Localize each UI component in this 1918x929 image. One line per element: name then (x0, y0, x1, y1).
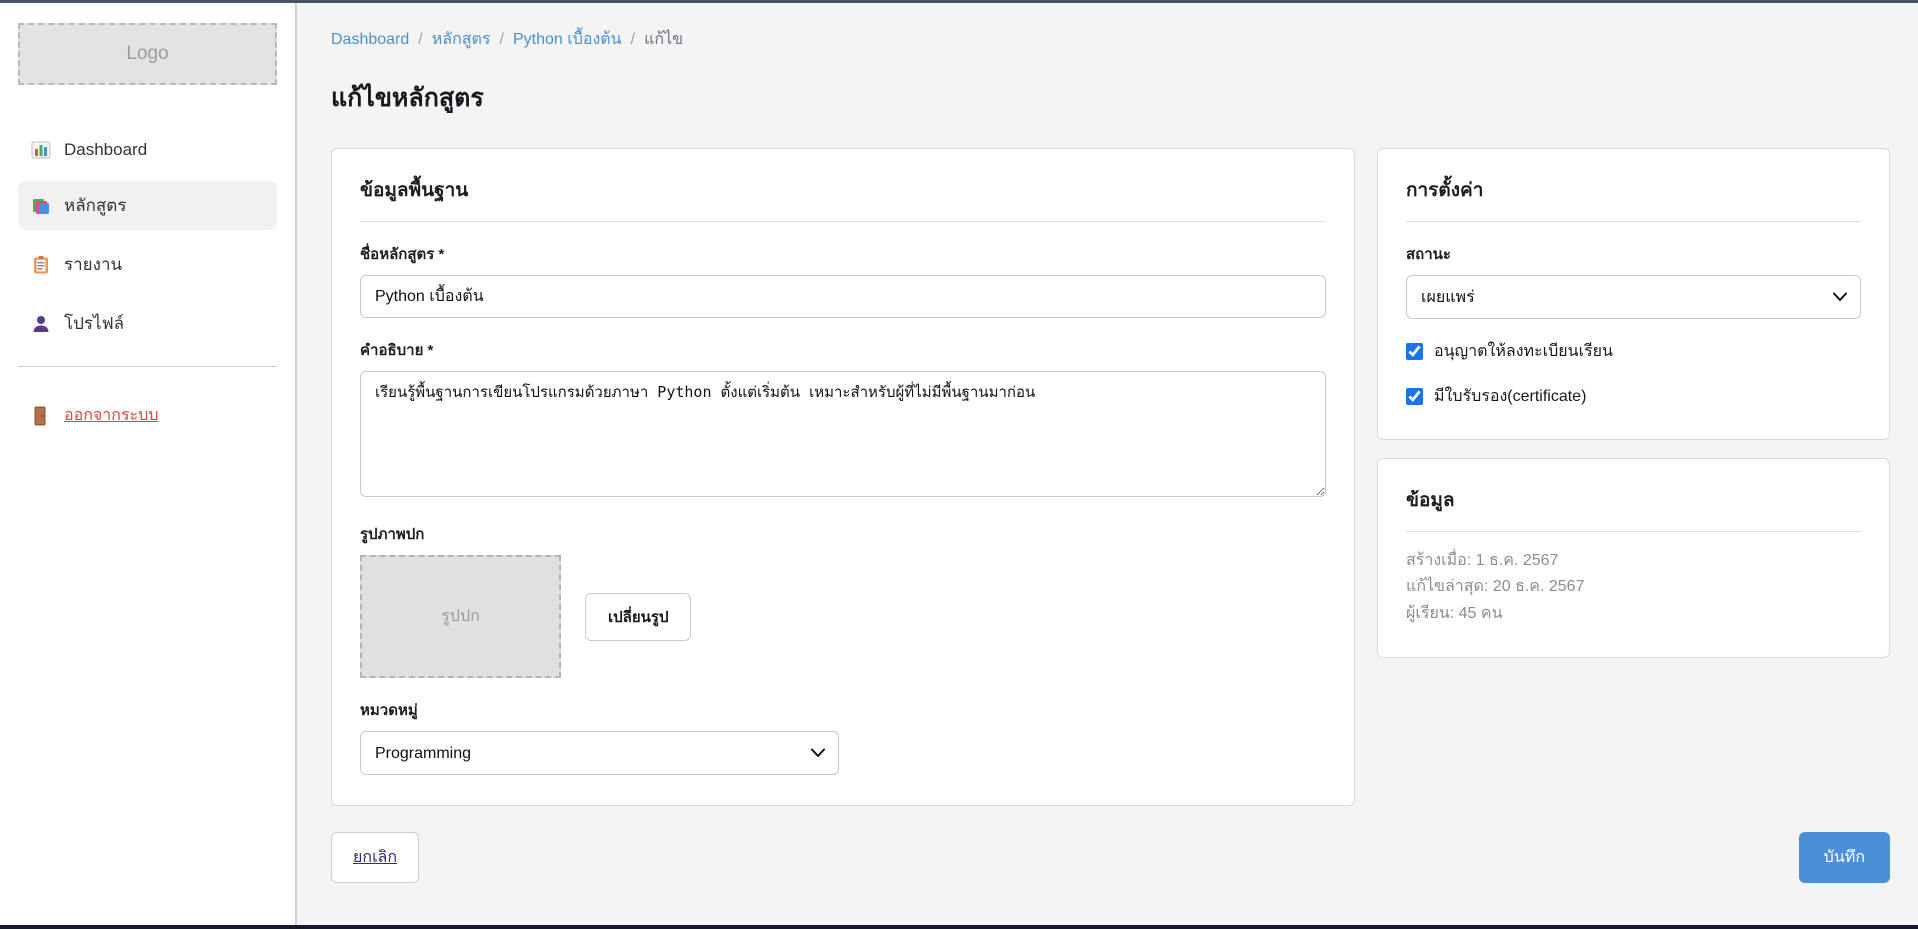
sidebar-item-label: รายงาน (64, 251, 122, 278)
certificate-label: มีใบรับรอง(certificate) (1434, 384, 1586, 409)
basic-info-card: ข้อมูลพื้นฐาน ชื่อหลักสูตร * คำอธิบาย * … (331, 148, 1355, 806)
clipboard-icon (31, 255, 51, 275)
section-divider (360, 221, 1326, 222)
info-title: ข้อมูล (1406, 485, 1861, 515)
allow-enrollment-checkbox[interactable] (1406, 343, 1423, 360)
cover-image-placeholder: รูปปก (360, 555, 561, 678)
sidebar-item-reports[interactable]: รายงาน (18, 240, 277, 289)
breadcrumb: Dashboard / หลักสูตร / Python เบื้องต้น … (331, 27, 1890, 52)
breadcrumb-courses[interactable]: หลักสูตร (432, 27, 491, 52)
logout-label: ออกจากระบบ (64, 403, 158, 428)
course-name-input[interactable] (360, 275, 1326, 318)
description-label: คำอธิบาย * (360, 338, 1326, 362)
info-card: ข้อมูล สร้างเมื่อ: 1 ธ.ค. 2567 แก้ไขล่าส… (1377, 458, 1890, 658)
right-column: การตั้งค่า สถานะ เผยแพร่ อนุญาตให้ลงทะ (1377, 148, 1890, 658)
cancel-button[interactable]: ยกเลิก (331, 832, 419, 883)
actions-row: ยกเลิก บันทึก (331, 832, 1890, 883)
section-divider (1406, 221, 1861, 222)
breadcrumb-separator: / (418, 31, 422, 49)
breadcrumb-current: แก้ไข (644, 27, 683, 52)
sidebar-divider (18, 366, 277, 367)
info-created: สร้างเมื่อ: 1 ธ.ค. 2567 (1406, 548, 1861, 574)
sidebar-item-courses[interactable]: หลักสูตร (18, 181, 277, 230)
allow-enrollment-checkbox-row[interactable]: อนุญาตให้ลงทะเบียนเรียน (1406, 339, 1861, 364)
person-icon (31, 314, 51, 334)
allow-enrollment-label: อนุญาตให้ลงทะเบียนเรียน (1434, 339, 1613, 364)
logo-text: Logo (126, 43, 168, 65)
status-select[interactable]: เผยแพร่ (1406, 275, 1861, 319)
sidebar: Logo Dashboard หลักสูตร (0, 3, 297, 925)
breadcrumb-course-name[interactable]: Python เบื้องต้น (513, 27, 622, 52)
course-name-label: ชื่อหลักสูตร * (360, 242, 1326, 266)
certificate-checkbox-row[interactable]: มีใบรับรอง(certificate) (1406, 384, 1861, 409)
category-select[interactable]: Programming (360, 731, 839, 775)
sidebar-item-profile[interactable]: โปรไฟล์ (18, 299, 277, 348)
door-icon (31, 406, 51, 426)
status-label: สถานะ (1406, 242, 1861, 266)
cover-placeholder-text: รูปปก (441, 604, 480, 629)
bar-chart-icon (31, 140, 51, 160)
basic-info-title: ข้อมูลพื้นฐาน (360, 175, 1326, 205)
books-icon (31, 196, 51, 216)
save-button[interactable]: บันทึก (1799, 832, 1890, 883)
breadcrumb-dashboard[interactable]: Dashboard (331, 31, 409, 49)
app-window: Logo Dashboard หลักสูตร (0, 3, 1918, 925)
sidebar-item-dashboard[interactable]: Dashboard (18, 129, 277, 171)
cover-image-label: รูปภาพปก (360, 522, 1326, 546)
change-image-button[interactable]: เปลี่ยนรูป (585, 593, 691, 641)
description-textarea[interactable]: เรียนรู้พื้นฐานการเขียนโปรแกรมด้วยภาษา P… (360, 371, 1326, 497)
settings-card: การตั้งค่า สถานะ เผยแพร่ อนุญาตให้ลงทะ (1377, 148, 1890, 440)
sidebar-item-label: โปรไฟล์ (64, 310, 124, 337)
page-title: แก้ไขหลักสูตร (331, 78, 1890, 118)
certificate-checkbox[interactable] (1406, 388, 1423, 405)
breadcrumb-separator: / (631, 31, 635, 49)
category-label: หมวดหมู่ (360, 698, 1326, 722)
info-students: ผู้เรียน: 45 คน (1406, 601, 1861, 627)
settings-title: การตั้งค่า (1406, 175, 1861, 205)
sidebar-item-label: หลักสูตร (64, 192, 126, 219)
logout-button[interactable]: ออกจากระบบ (18, 397, 277, 434)
sidebar-item-label: Dashboard (64, 140, 147, 160)
logo: Logo (18, 23, 277, 85)
main-content: Dashboard / หลักสูตร / Python เบื้องต้น … (297, 3, 1918, 925)
section-divider (1406, 531, 1861, 532)
info-updated: แก้ไขล่าสุด: 20 ธ.ค. 2567 (1406, 574, 1861, 600)
breadcrumb-separator: / (500, 31, 504, 49)
